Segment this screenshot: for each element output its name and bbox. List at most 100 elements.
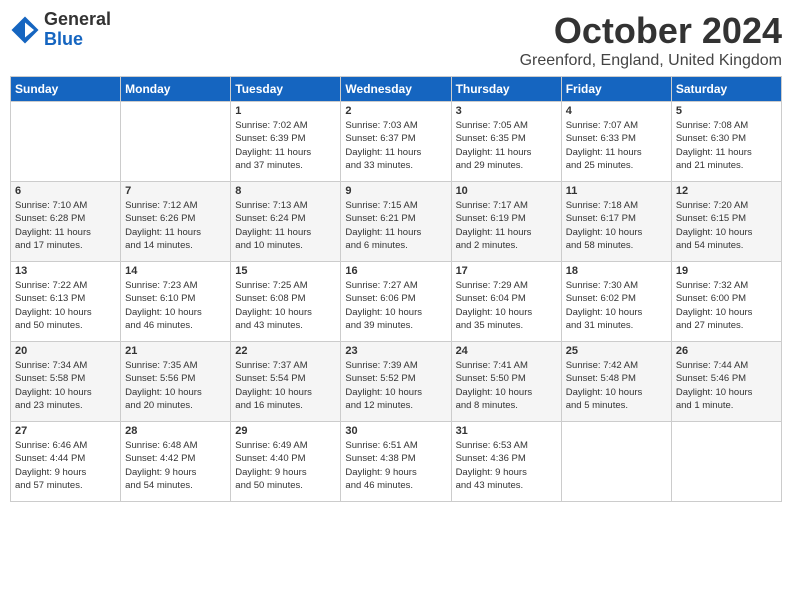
day-number: 1 xyxy=(235,105,336,117)
calendar-cell: 30 Sunrise: 6:51 AM Sunset: 4:38 PM Dayli… xyxy=(341,422,451,502)
calendar-cell: 27 Sunrise: 6:46 AM Sunset: 4:44 PM Dayli… xyxy=(11,422,121,502)
calendar-cell: 20 Sunrise: 7:34 AM Sunset: 5:58 PM Dayli… xyxy=(11,342,121,422)
calendar-cell: 7 Sunrise: 7:12 AM Sunset: 6:26 PM Daylig… xyxy=(121,182,231,262)
day-number: 20 xyxy=(15,345,116,357)
calendar-cell: 23 Sunrise: 7:39 AM Sunset: 5:52 PM Dayli… xyxy=(341,342,451,422)
day-number: 11 xyxy=(566,185,667,197)
calendar-cell xyxy=(121,102,231,182)
page-header: General Blue October 2024 Greenford, Eng… xyxy=(10,10,782,70)
calendar-table: SundayMondayTuesdayWednesdayThursdayFrid… xyxy=(10,76,782,502)
day-number: 31 xyxy=(456,425,557,437)
day-info: Sunrise: 7:39 AM Sunset: 5:52 PM Dayligh… xyxy=(345,359,446,412)
calendar-cell: 10Sunrise: 7:17 AM Sunset: 6:19 PM Dayli… xyxy=(451,182,561,262)
day-number: 13 xyxy=(15,265,116,277)
header-cell-saturday: Saturday xyxy=(671,77,781,102)
calendar-cell: 19 Sunrise: 7:32 AM Sunset: 6:00 PM Dayli… xyxy=(671,262,781,342)
day-number: 16 xyxy=(345,265,446,277)
calendar-week-1: 1 Sunrise: 7:02 AM Sunset: 6:39 PM Daylig… xyxy=(11,102,782,182)
day-info: Sunrise: 7:22 AM Sunset: 6:13 PM Dayligh… xyxy=(15,279,116,332)
calendar-week-3: 13 Sunrise: 7:22 AM Sunset: 6:13 PM Dayli… xyxy=(11,262,782,342)
calendar-cell: 22 Sunrise: 7:37 AM Sunset: 5:54 PM Dayli… xyxy=(231,342,341,422)
day-info: Sunrise: 6:46 AM Sunset: 4:44 PM Dayligh… xyxy=(15,439,116,492)
day-number: 9 xyxy=(345,185,446,197)
header-cell-thursday: Thursday xyxy=(451,77,561,102)
calendar-cell: 26 Sunrise: 7:44 AM Sunset: 5:46 PM Dayli… xyxy=(671,342,781,422)
day-info: Sunrise: 7:25 AM Sunset: 6:08 PM Dayligh… xyxy=(235,279,336,332)
calendar-cell: 13 Sunrise: 7:22 AM Sunset: 6:13 PM Dayli… xyxy=(11,262,121,342)
day-info: Sunrise: 7:05 AM Sunset: 6:35 PM Dayligh… xyxy=(456,119,557,172)
day-info: Sunrise: 6:49 AM Sunset: 4:40 PM Dayligh… xyxy=(235,439,336,492)
header-cell-sunday: Sunday xyxy=(11,77,121,102)
day-info: Sunrise: 7:13 AM Sunset: 6:24 PM Dayligh… xyxy=(235,199,336,252)
day-info: Sunrise: 7:44 AM Sunset: 5:46 PM Dayligh… xyxy=(676,359,777,412)
header-cell-monday: Monday xyxy=(121,77,231,102)
calendar-cell xyxy=(671,422,781,502)
calendar-cell: 21 Sunrise: 7:35 AM Sunset: 5:56 PM Dayli… xyxy=(121,342,231,422)
day-number: 15 xyxy=(235,265,336,277)
day-number: 26 xyxy=(676,345,777,357)
calendar-cell: 16Sunrise: 7:27 AM Sunset: 6:06 PM Dayli… xyxy=(341,262,451,342)
header-cell-tuesday: Tuesday xyxy=(231,77,341,102)
location: Greenford, England, United Kingdom xyxy=(520,52,782,70)
header-cell-wednesday: Wednesday xyxy=(341,77,451,102)
calendar-cell: 2 Sunrise: 7:03 AM Sunset: 6:37 PM Daylig… xyxy=(341,102,451,182)
calendar-cell: 6Sunrise: 7:10 AM Sunset: 6:28 PM Daylig… xyxy=(11,182,121,262)
calendar-cell: 25Sunrise: 7:42 AM Sunset: 5:48 PM Dayli… xyxy=(561,342,671,422)
day-number: 17 xyxy=(456,265,557,277)
day-info: Sunrise: 7:32 AM Sunset: 6:00 PM Dayligh… xyxy=(676,279,777,332)
day-number: 19 xyxy=(676,265,777,277)
logo: General Blue xyxy=(10,10,111,50)
calendar-week-4: 20 Sunrise: 7:34 AM Sunset: 5:58 PM Dayli… xyxy=(11,342,782,422)
day-number: 14 xyxy=(125,265,226,277)
day-info: Sunrise: 7:12 AM Sunset: 6:26 PM Dayligh… xyxy=(125,199,226,252)
calendar-cell: 9Sunrise: 7:15 AM Sunset: 6:21 PM Daylig… xyxy=(341,182,451,262)
header-cell-friday: Friday xyxy=(561,77,671,102)
calendar-cell: 4 Sunrise: 7:07 AM Sunset: 6:33 PM Daylig… xyxy=(561,102,671,182)
calendar-cell: 8 Sunrise: 7:13 AM Sunset: 6:24 PM Daylig… xyxy=(231,182,341,262)
day-number: 21 xyxy=(125,345,226,357)
day-info: Sunrise: 7:42 AM Sunset: 5:48 PM Dayligh… xyxy=(566,359,667,412)
day-number: 28 xyxy=(125,425,226,437)
day-number: 24 xyxy=(456,345,557,357)
calendar-cell: 28Sunrise: 6:48 AM Sunset: 4:42 PM Dayli… xyxy=(121,422,231,502)
day-info: Sunrise: 7:23 AM Sunset: 6:10 PM Dayligh… xyxy=(125,279,226,332)
calendar-cell: 3 Sunrise: 7:05 AM Sunset: 6:35 PM Daylig… xyxy=(451,102,561,182)
calendar-cell: 1 Sunrise: 7:02 AM Sunset: 6:39 PM Daylig… xyxy=(231,102,341,182)
calendar-cell xyxy=(561,422,671,502)
day-number: 3 xyxy=(456,105,557,117)
day-number: 23 xyxy=(345,345,446,357)
day-info: Sunrise: 7:20 AM Sunset: 6:15 PM Dayligh… xyxy=(676,199,777,252)
calendar-cell: 15 Sunrise: 7:25 AM Sunset: 6:08 PM Dayli… xyxy=(231,262,341,342)
calendar-cell: 14 Sunrise: 7:23 AM Sunset: 6:10 PM Dayli… xyxy=(121,262,231,342)
day-info: Sunrise: 6:51 AM Sunset: 4:38 PM Dayligh… xyxy=(345,439,446,492)
calendar-cell: 5Sunrise: 7:08 AM Sunset: 6:30 PM Daylig… xyxy=(671,102,781,182)
calendar-cell: 11 Sunrise: 7:18 AM Sunset: 6:17 PM Dayli… xyxy=(561,182,671,262)
day-number: 27 xyxy=(15,425,116,437)
day-number: 2 xyxy=(345,105,446,117)
day-number: 30 xyxy=(345,425,446,437)
day-info: Sunrise: 7:02 AM Sunset: 6:39 PM Dayligh… xyxy=(235,119,336,172)
day-info: Sunrise: 7:18 AM Sunset: 6:17 PM Dayligh… xyxy=(566,199,667,252)
day-number: 22 xyxy=(235,345,336,357)
day-info: Sunrise: 7:35 AM Sunset: 5:56 PM Dayligh… xyxy=(125,359,226,412)
calendar-cell: 18Sunrise: 7:30 AM Sunset: 6:02 PM Dayli… xyxy=(561,262,671,342)
day-info: Sunrise: 6:53 AM Sunset: 4:36 PM Dayligh… xyxy=(456,439,557,492)
day-info: Sunrise: 7:34 AM Sunset: 5:58 PM Dayligh… xyxy=(15,359,116,412)
calendar-cell: 24 Sunrise: 7:41 AM Sunset: 5:50 PM Dayli… xyxy=(451,342,561,422)
day-number: 7 xyxy=(125,185,226,197)
day-info: Sunrise: 7:03 AM Sunset: 6:37 PM Dayligh… xyxy=(345,119,446,172)
day-info: Sunrise: 7:30 AM Sunset: 6:02 PM Dayligh… xyxy=(566,279,667,332)
day-number: 12 xyxy=(676,185,777,197)
calendar-cell: 17Sunrise: 7:29 AM Sunset: 6:04 PM Dayli… xyxy=(451,262,561,342)
calendar-cell: 12 Sunrise: 7:20 AM Sunset: 6:15 PM Dayli… xyxy=(671,182,781,262)
day-number: 4 xyxy=(566,105,667,117)
day-number: 6 xyxy=(15,185,116,197)
day-info: Sunrise: 7:37 AM Sunset: 5:54 PM Dayligh… xyxy=(235,359,336,412)
logo-icon xyxy=(10,15,40,45)
day-number: 8 xyxy=(235,185,336,197)
calendar-cell: 31 Sunrise: 6:53 AM Sunset: 4:36 PM Dayli… xyxy=(451,422,561,502)
calendar-cell: 29Sunrise: 6:49 AM Sunset: 4:40 PM Dayli… xyxy=(231,422,341,502)
calendar-week-5: 27 Sunrise: 6:46 AM Sunset: 4:44 PM Dayli… xyxy=(11,422,782,502)
day-info: Sunrise: 7:07 AM Sunset: 6:33 PM Dayligh… xyxy=(566,119,667,172)
day-info: Sunrise: 7:41 AM Sunset: 5:50 PM Dayligh… xyxy=(456,359,557,412)
